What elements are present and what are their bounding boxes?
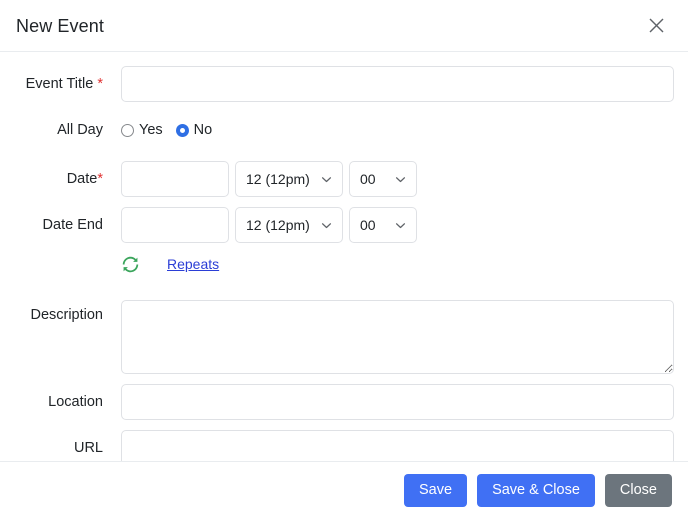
date-end-hour-value: 12 (12pm) <box>246 217 310 233</box>
field-row-all-day: All Day Yes No <box>14 112 674 148</box>
date-end-input[interactable] <box>121 207 229 243</box>
save-and-close-button[interactable]: Save & Close <box>477 474 595 507</box>
chevron-down-icon <box>321 174 332 185</box>
event-title-control <box>121 66 674 102</box>
date-end-minute-select[interactable]: 00 <box>349 207 417 243</box>
all-day-radio-yes[interactable]: Yes <box>121 122 163 138</box>
field-row-description: Description <box>14 300 674 374</box>
all-day-radio-group: Yes No <box>121 112 212 148</box>
date-input[interactable] <box>121 161 229 197</box>
date-end-label: Date End <box>42 217 103 233</box>
event-title-input[interactable] <box>121 66 674 102</box>
url-input[interactable] <box>121 430 674 461</box>
chevron-down-icon <box>395 220 406 231</box>
field-row-date-end: Date End 12 (12pm) 00 <box>14 207 674 243</box>
all-day-radio-no[interactable]: No <box>175 122 213 138</box>
location-control <box>121 384 674 420</box>
dialog-header: New Event <box>0 0 688 52</box>
repeats-label-spacer <box>14 253 121 289</box>
date-control: 12 (12pm) 00 <box>121 161 674 197</box>
date-minute-select[interactable]: 00 <box>349 161 417 197</box>
field-row-url: URL <box>14 430 674 461</box>
field-row-location: Location <box>14 384 674 420</box>
location-input[interactable] <box>121 384 674 420</box>
location-label: Location <box>48 394 103 410</box>
all-day-control: Yes No <box>121 112 674 148</box>
page-title: New Event <box>16 15 104 36</box>
event-title-label-text: Event Title <box>25 76 94 92</box>
url-control <box>121 430 674 461</box>
close-button[interactable]: Close <box>604 474 672 507</box>
radio-unchecked-icon <box>121 123 134 137</box>
date-hour-value: 12 (12pm) <box>246 171 310 187</box>
close-icon[interactable] <box>642 12 670 40</box>
url-label: URL <box>73 440 103 456</box>
date-label-text: Date <box>66 171 98 187</box>
required-asterisk: * <box>97 76 103 92</box>
date-end-control: 12 (12pm) 00 <box>121 207 674 243</box>
repeats-link[interactable]: Repeats <box>167 256 219 272</box>
field-row-date: Date* 12 (12pm) 00 <box>14 161 674 197</box>
event-title-label: Event Title * <box>14 66 121 102</box>
field-row-event-title: Event Title * <box>14 66 674 102</box>
date-end-minute-value: 00 <box>360 217 376 233</box>
all-day-radio-yes-label: Yes <box>139 122 163 138</box>
all-day-radio-no-label: No <box>193 122 213 138</box>
radio-checked-icon <box>175 123 189 137</box>
dialog-body: Event Title * All Day Yes No Date* 12 (1… <box>0 52 688 461</box>
date-minute-value: 00 <box>360 171 376 187</box>
new-event-dialog: New Event Event Title * All Day Yes No D… <box>0 0 688 519</box>
date-label: Date* <box>14 161 121 197</box>
chevron-down-icon <box>395 174 406 185</box>
dialog-footer: Save Save & Close Close <box>0 461 688 519</box>
field-row-repeats: Repeats <box>14 253 674 289</box>
save-button[interactable]: Save <box>404 474 468 507</box>
repeats-control: Repeats <box>121 253 674 275</box>
description-control <box>121 300 674 374</box>
description-label: Description <box>30 307 103 323</box>
chevron-down-icon <box>321 220 332 231</box>
date-end-hour-select[interactable]: 12 (12pm) <box>235 207 343 243</box>
description-textarea[interactable] <box>121 300 674 374</box>
date-hour-select[interactable]: 12 (12pm) <box>235 161 343 197</box>
required-asterisk: * <box>97 171 103 187</box>
all-day-label: All Day <box>57 122 103 138</box>
repeat-icon[interactable] <box>119 253 141 275</box>
